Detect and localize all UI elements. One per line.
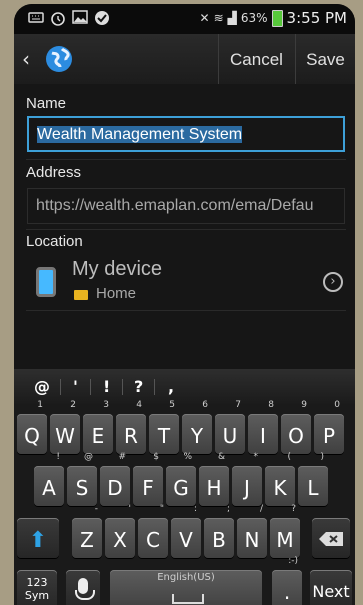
status-bar: ✕ ≋ ▟ 63% 3:55 PM bbox=[14, 4, 355, 34]
name-field[interactable]: Wealth Management System bbox=[27, 116, 345, 152]
symbols-key[interactable]: 123 Sym bbox=[17, 570, 57, 605]
separator bbox=[154, 379, 155, 395]
period-key[interactable]: :-). bbox=[272, 556, 302, 605]
language-label: English(US) bbox=[157, 572, 215, 583]
key[interactable]: " C bbox=[138, 504, 168, 558]
key[interactable]: ) L bbox=[298, 452, 328, 506]
mute-icon: ✕ bbox=[199, 11, 210, 25]
phone-screen: ✕ ≋ ▟ 63% 3:55 PM ‹ Cancel Save Name Wea… bbox=[14, 4, 355, 605]
symbol-key[interactable]: , bbox=[168, 377, 174, 396]
phone-icon bbox=[36, 267, 56, 297]
key[interactable]: :V bbox=[171, 504, 201, 558]
key[interactable]: ? M bbox=[270, 504, 300, 558]
shift-key[interactable]: ⬆ bbox=[17, 518, 59, 558]
address-label: Address bbox=[26, 164, 82, 181]
voice-input-key[interactable] bbox=[66, 570, 100, 605]
key[interactable]: 3E bbox=[83, 400, 113, 454]
separator bbox=[122, 379, 123, 395]
backspace-icon bbox=[319, 532, 343, 546]
globe-icon[interactable] bbox=[44, 44, 74, 74]
chevron-right-icon[interactable]: › bbox=[323, 272, 343, 292]
space-key[interactable]: English(US) bbox=[110, 570, 262, 605]
backspace-key[interactable] bbox=[312, 518, 350, 558]
shift-arrow-icon: ⬆ bbox=[28, 528, 48, 553]
location-folder: Home bbox=[96, 285, 137, 302]
location-label: Location bbox=[26, 233, 83, 250]
symbol-key[interactable]: ' bbox=[73, 377, 78, 396]
location-device: My device bbox=[72, 258, 163, 280]
keyboard: 1Q 2W 3E 4R 5T 6Y 7U 8I 9O 0P ! A @ S # D $… bbox=[14, 400, 355, 605]
folder-icon bbox=[74, 290, 88, 300]
key[interactable]: (K bbox=[265, 452, 295, 506]
wifi-icon: ≋ bbox=[213, 11, 224, 25]
key[interactable]: 8I bbox=[248, 400, 278, 454]
save-button[interactable]: Save bbox=[295, 34, 355, 84]
clock: 3:55 PM bbox=[286, 9, 347, 27]
key[interactable]: / N bbox=[237, 504, 267, 558]
space-bar-icon bbox=[172, 594, 204, 604]
divider bbox=[26, 310, 346, 311]
key[interactable]: % G bbox=[166, 452, 196, 506]
alarm-icon bbox=[51, 12, 65, 26]
separator bbox=[60, 379, 61, 395]
key[interactable]: -Z bbox=[72, 504, 102, 558]
battery-percent: 63% bbox=[240, 11, 268, 25]
key[interactable]: & H bbox=[199, 452, 229, 506]
symbol-key[interactable]: ? bbox=[134, 377, 143, 396]
bookmark-form: Name Wealth Management System Address ht… bbox=[14, 84, 355, 369]
gallery-icon bbox=[72, 10, 88, 24]
battery-icon bbox=[271, 9, 283, 27]
key[interactable]: 2W bbox=[50, 400, 80, 454]
key[interactable]: 5T bbox=[149, 400, 179, 454]
keyboard-notification-icon bbox=[28, 12, 44, 23]
key[interactable]: 0P bbox=[314, 400, 344, 454]
address-field[interactable]: https://wealth.emaplan.com/ema/Defau bbox=[27, 188, 345, 224]
back-icon[interactable]: ‹ bbox=[22, 47, 30, 71]
separator bbox=[90, 379, 91, 395]
key[interactable]: 4R bbox=[116, 400, 146, 454]
keyboard-symbol-row: @ ' ! ? , bbox=[14, 369, 355, 404]
microphone-stand-icon bbox=[75, 590, 95, 600]
check-notification-icon bbox=[95, 11, 109, 25]
action-bar: ‹ Cancel Save bbox=[14, 34, 355, 85]
signal-icon: ▟ bbox=[227, 11, 237, 25]
key[interactable]: ; B bbox=[204, 504, 234, 558]
key[interactable]: ' X bbox=[105, 504, 135, 558]
key[interactable]: 1Q bbox=[17, 400, 47, 454]
name-label: Name bbox=[26, 95, 67, 112]
cancel-button[interactable]: Cancel bbox=[218, 34, 294, 84]
key[interactable]: $ F bbox=[133, 452, 163, 506]
key[interactable]: @ S bbox=[67, 452, 97, 506]
symbol-key[interactable]: @ bbox=[34, 377, 50, 396]
key[interactable]: # D bbox=[100, 452, 130, 506]
symbol-key[interactable]: ! bbox=[103, 377, 110, 396]
divider bbox=[26, 159, 346, 160]
next-key[interactable]: Next bbox=[310, 570, 352, 605]
key[interactable]: ! A bbox=[34, 452, 64, 506]
divider bbox=[26, 229, 346, 230]
key[interactable]: 9O bbox=[281, 400, 311, 454]
key[interactable]: 7U bbox=[215, 400, 245, 454]
name-value: Wealth Management System bbox=[37, 126, 243, 143]
key[interactable]: * J bbox=[232, 452, 262, 506]
key[interactable]: 6Y bbox=[182, 400, 212, 454]
